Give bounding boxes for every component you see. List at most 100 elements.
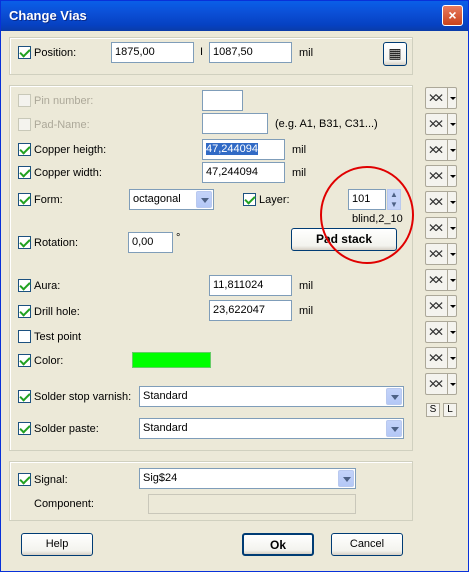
chevron-down-icon[interactable] (447, 140, 456, 160)
layer-toggle-button-9[interactable]: ✕✕ (425, 295, 457, 317)
copper-width-label: Copper width: (34, 167, 102, 179)
copper-height-checkbox[interactable] (18, 143, 31, 156)
copper-width-input[interactable]: 47,244094 (202, 162, 285, 183)
pattern-icon: ✕✕ (428, 351, 444, 365)
signal-select[interactable]: Sig$24 (139, 468, 356, 489)
component-input[interactable] (148, 494, 356, 514)
position-unit: mil (299, 47, 314, 59)
chevron-down-icon[interactable] (447, 270, 456, 290)
drill-hole-checkbox[interactable] (18, 305, 31, 318)
chevron-down-icon[interactable] (447, 192, 456, 212)
pattern-icon: ✕✕ (428, 169, 444, 183)
layer-toggle-button-1[interactable]: ✕✕ (425, 87, 457, 109)
solder-stop-select[interactable]: Standard (139, 386, 404, 407)
test-point-checkbox[interactable] (18, 330, 31, 343)
position-separator: I (200, 46, 204, 58)
layer-label: Layer: (259, 194, 290, 206)
cancel-button[interactable]: Cancel (331, 533, 403, 556)
grid-button[interactable]: ▦ (383, 42, 407, 66)
solder-stop-checkbox[interactable] (18, 390, 31, 403)
solder-paste-checkbox[interactable] (18, 422, 31, 435)
chevron-down-icon[interactable] (447, 218, 456, 238)
rotation-input[interactable]: 0,00 (128, 232, 173, 253)
solder-paste-value: Standard (143, 422, 188, 434)
pattern-icon: ✕✕ (428, 143, 444, 157)
drill-hole-input[interactable]: 23,622047 (209, 300, 292, 321)
layer-checkbox[interactable] (243, 193, 256, 206)
pad-name-label: Pad-Name: (34, 119, 90, 131)
position-y-input[interactable]: 1087,50 (209, 42, 292, 63)
drill-hole-unit: mil (299, 305, 314, 317)
chevron-down-icon[interactable] (447, 296, 456, 316)
copper-width-unit: mil (292, 167, 307, 179)
form-label: Form: (34, 194, 63, 206)
pin-number-label: Pin number: (34, 95, 94, 107)
position-x-input[interactable]: 1875,00 (111, 42, 194, 63)
pattern-icon: ✕✕ (428, 221, 444, 235)
layer-toggle-button-10[interactable]: ✕✕ (425, 321, 457, 343)
layer-toggle-button-5[interactable]: ✕✕ (425, 191, 457, 213)
close-button[interactable]: × (442, 5, 463, 26)
test-point-label: Test point (34, 331, 82, 343)
chevron-down-icon[interactable] (447, 166, 456, 186)
color-swatch[interactable] (132, 352, 211, 368)
solder-paste-label: Solder paste: (34, 423, 99, 435)
pattern-icon: ✕✕ (428, 299, 444, 313)
pad-name-hint: (e.g. A1, B31, C31...) (275, 118, 378, 130)
chevron-down-icon[interactable] (447, 88, 456, 108)
window-title: Change Vias (9, 8, 87, 23)
position-checkbox[interactable] (18, 46, 31, 59)
aura-checkbox[interactable] (18, 279, 31, 292)
help-button[interactable]: Help (21, 533, 93, 556)
signal-checkbox[interactable] (18, 473, 31, 486)
aura-input[interactable]: 11,811024 (209, 275, 292, 296)
pad-name-input[interactable] (202, 113, 268, 134)
color-checkbox[interactable] (18, 354, 31, 367)
grid-icon: ▦ (388, 45, 402, 61)
pattern-icon: ✕✕ (428, 377, 444, 391)
l-button[interactable]: L (443, 403, 457, 417)
layer-toggle-button-8[interactable]: ✕✕ (425, 269, 457, 291)
color-label: Color: (34, 355, 64, 367)
solder-paste-select[interactable]: Standard (139, 418, 404, 439)
pin-number-input[interactable] (202, 90, 243, 111)
copper-height-value: 47,244094 (206, 143, 258, 155)
copper-width-checkbox[interactable] (18, 166, 31, 179)
copper-height-input[interactable]: 47,244094 (202, 139, 285, 160)
form-select[interactable]: octagonal (129, 189, 214, 210)
layer-toggle-button-4[interactable]: ✕✕ (425, 165, 457, 187)
chevron-down-icon[interactable] (447, 114, 456, 134)
signal-value: Sig$24 (143, 472, 178, 484)
chevron-down-icon[interactable] (447, 322, 456, 342)
solder-stop-value: Standard (143, 390, 188, 402)
form-checkbox[interactable] (18, 193, 31, 206)
pattern-icon: ✕✕ (428, 117, 444, 131)
s-button[interactable]: S (426, 403, 440, 417)
layer-toggle-button-6[interactable]: ✕✕ (425, 217, 457, 239)
chevron-down-icon[interactable] (338, 470, 354, 487)
chevron-down-icon[interactable] (196, 191, 212, 208)
layer-toggle-button-3[interactable]: ✕✕ (425, 139, 457, 161)
rotation-unit: ° (176, 232, 181, 244)
chevron-down-icon[interactable] (386, 420, 402, 437)
change-vias-dialog: Change Vias × Position: 1875,00 I 1087,5… (0, 0, 469, 572)
pad-name-checkbox[interactable] (18, 118, 31, 131)
title-bar[interactable]: Change Vias × (1, 1, 468, 31)
pin-number-checkbox[interactable] (18, 94, 31, 107)
pattern-icon: ✕✕ (428, 91, 444, 105)
rotation-checkbox[interactable] (18, 236, 31, 249)
layer-toggle-button-2[interactable]: ✕✕ (425, 113, 457, 135)
copper-height-unit: mil (292, 144, 307, 156)
chevron-down-icon[interactable] (447, 348, 456, 368)
ok-button[interactable]: Ok (242, 533, 314, 556)
chevron-down-icon[interactable] (447, 244, 456, 264)
aura-label: Aura: (34, 280, 61, 292)
layer-toggle-button-11[interactable]: ✕✕ (425, 347, 457, 369)
chevron-down-icon[interactable] (447, 374, 456, 394)
drill-hole-label: Drill hole: (34, 306, 80, 318)
layer-toggle-button-7[interactable]: ✕✕ (425, 243, 457, 265)
layer-toggle-button-12[interactable]: ✕✕ (425, 373, 457, 395)
pattern-icon: ✕✕ (428, 273, 444, 287)
chevron-down-icon[interactable] (386, 388, 402, 405)
form-value: octagonal (133, 193, 181, 205)
